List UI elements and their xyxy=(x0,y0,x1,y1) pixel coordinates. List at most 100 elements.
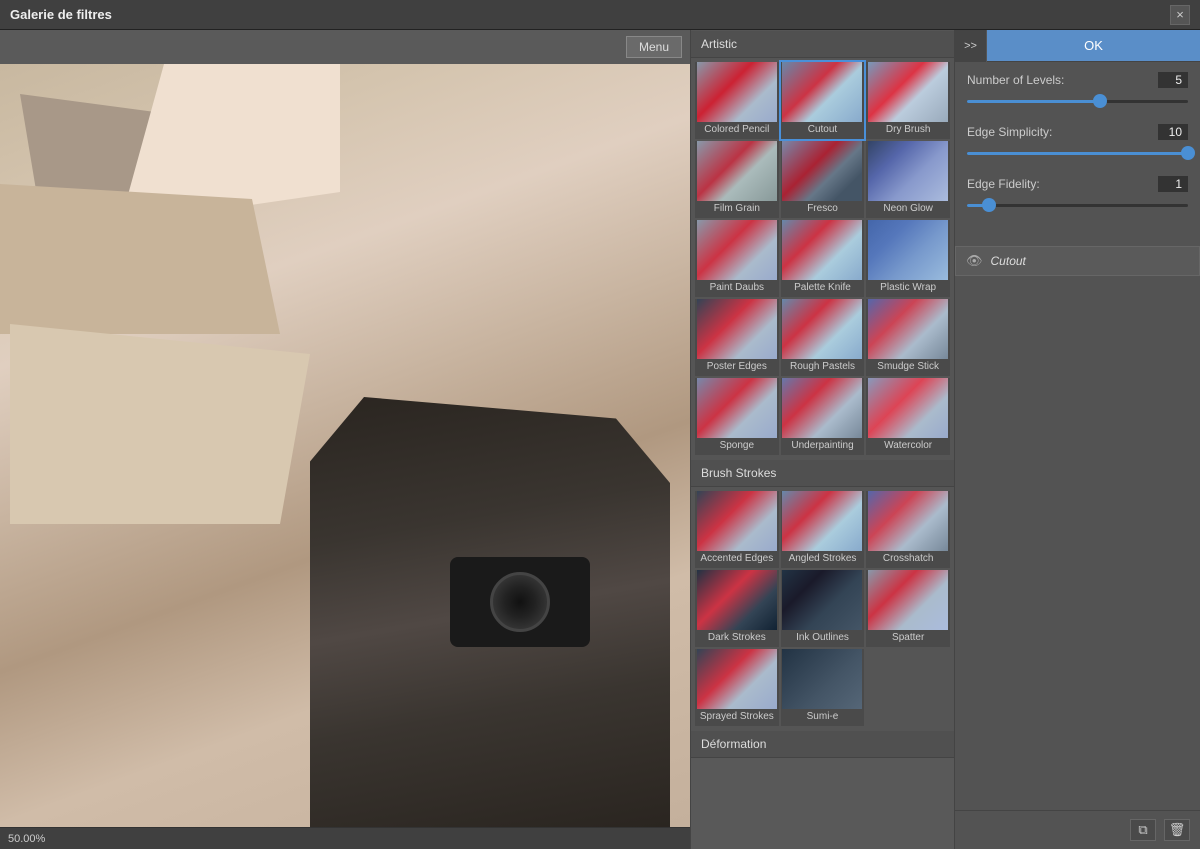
filter-label-fresco: Fresco xyxy=(805,201,840,218)
control-value-edge-simplicity: 10 xyxy=(1158,124,1188,140)
control-row-edge-fidelity: Edge Fidelity: 1 xyxy=(967,176,1188,214)
filter-label-smudge-stick: Smudge Stick xyxy=(875,359,941,376)
active-filter-name: Cutout xyxy=(991,254,1026,268)
control-value-edge-fidelity: 1 xyxy=(1158,176,1188,192)
filter-thumb-angled-strokes xyxy=(782,491,862,551)
preview-image-area xyxy=(0,64,690,827)
zoom-level: 50.00% xyxy=(8,833,45,845)
filter-item-neon-glow[interactable]: Neon Glow xyxy=(866,141,950,218)
filter-thumb-neon-glow xyxy=(868,141,948,201)
control-label-number-of-levels: Number of Levels: xyxy=(967,73,1064,87)
filter-thumb-poster-edges xyxy=(697,299,777,359)
menu-bar: Menu xyxy=(0,30,690,64)
filter-item-dark-strokes[interactable]: Dark Strokes xyxy=(695,570,779,647)
filter-grid-artistic: Colored Pencil Cutout Dry Brush Film Grain F… xyxy=(691,58,954,459)
filter-item-sprayed-strokes[interactable]: Sprayed Strokes xyxy=(695,649,779,726)
filter-label-sumie: Sumi-e xyxy=(805,709,841,726)
bg-shape4 xyxy=(10,324,310,524)
settings-header: >> OK xyxy=(955,30,1200,62)
filter-label-film-grain: Film Grain xyxy=(712,201,762,218)
filter-item-sumie[interactable]: Sumi-e xyxy=(781,649,865,726)
filter-thumb-ink-outlines xyxy=(782,570,862,630)
category-label-brush-strokes: Brush Strokes xyxy=(691,459,954,487)
ok-button[interactable]: OK xyxy=(987,30,1200,61)
main-container: Menu 50.00% ArtisticColored xyxy=(0,30,1200,849)
filter-item-colored-pencil[interactable]: Colored Pencil xyxy=(695,62,779,139)
filter-item-watercolor[interactable]: Watercolor xyxy=(866,378,950,455)
menu-button[interactable]: Menu xyxy=(626,36,682,58)
slider-handle-edge-fidelity[interactable] xyxy=(982,198,996,212)
filter-item-crosshatch[interactable]: Crosshatch xyxy=(866,491,950,568)
visibility-icon[interactable]: 👁 xyxy=(966,253,983,269)
expand-button[interactable]: >> xyxy=(955,30,987,62)
filter-label-rough-pastels: Rough Pastels xyxy=(788,359,857,376)
status-bar: 50.00% xyxy=(0,827,690,849)
filter-item-smudge-stick[interactable]: Smudge Stick xyxy=(866,299,950,376)
close-button[interactable]: × xyxy=(1170,5,1190,25)
filter-thumb-cutout xyxy=(782,62,862,122)
active-filter-row: 👁 Cutout xyxy=(955,246,1200,276)
control-row-number-of-levels: Number of Levels: 5 xyxy=(967,72,1188,110)
filter-item-palette-knife[interactable]: Palette Knife xyxy=(781,220,865,297)
settings-controls: Number of Levels: 5 Edge Simplicity:10 Edge… xyxy=(955,62,1200,238)
filter-thumb-smudge-stick xyxy=(868,299,948,359)
filter-label-angled-strokes: Angled Strokes xyxy=(787,551,859,568)
settings-bottom: ⧉ 🗑 xyxy=(955,810,1200,849)
category-label-artistic: Artistic xyxy=(691,30,954,58)
filter-label-poster-edges: Poster Edges xyxy=(705,359,769,376)
settings-panel: >> OK Number of Levels: 5 Edge Simplicity:… xyxy=(955,30,1200,849)
filter-thumb-sumie xyxy=(782,649,862,709)
filter-thumb-fresco xyxy=(782,141,862,201)
copy-layer-button[interactable]: ⧉ xyxy=(1130,819,1156,841)
filter-item-fresco[interactable]: Fresco xyxy=(781,141,865,218)
filter-item-cutout[interactable]: Cutout xyxy=(781,62,865,139)
camera-lens xyxy=(490,572,550,632)
filter-item-spatter[interactable]: Spatter xyxy=(866,570,950,647)
filter-thumb-watercolor xyxy=(868,378,948,438)
filter-label-palette-knife: Palette Knife xyxy=(792,280,853,297)
filter-label-dry-brush: Dry Brush xyxy=(884,122,932,139)
filter-item-paint-daubs[interactable]: Paint Daubs xyxy=(695,220,779,297)
filter-item-underpainting[interactable]: Underpainting xyxy=(781,378,865,455)
filter-thumb-plastic-wrap xyxy=(868,220,948,280)
filter-item-ink-outlines[interactable]: Ink Outlines xyxy=(781,570,865,647)
filter-thumb-sprayed-strokes xyxy=(697,649,777,709)
filter-item-rough-pastels[interactable]: Rough Pastels xyxy=(781,299,865,376)
filter-thumb-sponge xyxy=(697,378,777,438)
slider-container-edge-simplicity xyxy=(967,144,1188,162)
slider-handle-number-of-levels[interactable] xyxy=(1093,94,1107,108)
filter-label-ink-outlines: Ink Outlines xyxy=(794,630,851,647)
filter-item-accented-edges[interactable]: Accented Edges xyxy=(695,491,779,568)
filter-label-colored-pencil: Colored Pencil xyxy=(702,122,771,139)
filter-label-sponge: Sponge xyxy=(718,438,756,455)
filter-item-poster-edges[interactable]: Poster Edges xyxy=(695,299,779,376)
filter-thumb-film-grain xyxy=(697,141,777,201)
filter-item-plastic-wrap[interactable]: Plastic Wrap xyxy=(866,220,950,297)
category-label-déformation: Déformation xyxy=(691,730,954,758)
filter-label-crosshatch: Crosshatch xyxy=(881,551,936,568)
filter-item-dry-brush[interactable]: Dry Brush xyxy=(866,62,950,139)
filter-label-paint-daubs: Paint Daubs xyxy=(708,280,766,297)
slider-handle-edge-simplicity[interactable] xyxy=(1181,146,1195,160)
filter-item-film-grain[interactable]: Film Grain xyxy=(695,141,779,218)
filter-label-sprayed-strokes: Sprayed Strokes xyxy=(698,709,776,726)
title-bar: Galerie de filtres × xyxy=(0,0,1200,30)
filter-thumb-rough-pastels xyxy=(782,299,862,359)
filter-thumb-palette-knife xyxy=(782,220,862,280)
filter-label-dark-strokes: Dark Strokes xyxy=(706,630,768,647)
filter-label-cutout: Cutout xyxy=(806,122,839,139)
slider-container-edge-fidelity xyxy=(967,196,1188,214)
control-row-edge-simplicity: Edge Simplicity:10 xyxy=(967,124,1188,162)
filter-thumb-spatter xyxy=(868,570,948,630)
preview-panel: Menu 50.00% xyxy=(0,30,690,849)
control-label-edge-fidelity: Edge Fidelity: xyxy=(967,177,1040,191)
filter-thumb-crosshatch xyxy=(868,491,948,551)
filter-thumb-dry-brush xyxy=(868,62,948,122)
filter-item-angled-strokes[interactable]: Angled Strokes xyxy=(781,491,865,568)
filter-panel[interactable]: Artistic Colored Pencil Cutout Dry Brush Fil… xyxy=(690,30,955,849)
control-value-number-of-levels: 5 xyxy=(1158,72,1188,88)
filter-label-spatter: Spatter xyxy=(890,630,926,647)
filter-label-neon-glow: Neon Glow xyxy=(881,201,934,218)
delete-layer-button[interactable]: 🗑 xyxy=(1164,819,1190,841)
filter-item-sponge[interactable]: Sponge xyxy=(695,378,779,455)
